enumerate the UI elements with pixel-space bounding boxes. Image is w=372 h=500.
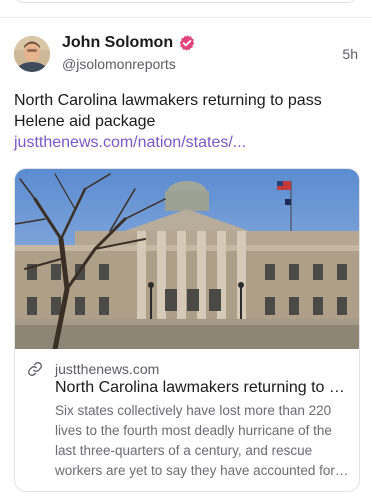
article-thumbnail xyxy=(15,169,359,349)
feed-divider xyxy=(0,17,372,18)
post-body: North Carolina lawmakers returning to pa… xyxy=(14,90,358,153)
link-preview-card[interactable]: justthenews.com North Carolina lawmakers… xyxy=(14,168,360,492)
avatar-image xyxy=(14,36,50,72)
post-header: John Solomon @jsolomonreports 5h xyxy=(14,34,358,74)
post-link[interactable]: justthenews.com/nation/states/... xyxy=(14,134,246,151)
author-row: John Solomon xyxy=(62,34,196,52)
link-title[interactable]: North Carolina lawmakers returning to pa… xyxy=(55,379,349,397)
author-handle[interactable]: @jsolomonreports xyxy=(62,56,176,72)
link-icon xyxy=(28,362,42,376)
verified-badge-icon xyxy=(179,35,195,51)
link-domain: justthenews.com xyxy=(55,361,160,377)
author-name[interactable]: John Solomon xyxy=(62,34,173,52)
link-description: Six states collectively have lost more t… xyxy=(55,403,335,478)
previous-post-card-edge xyxy=(14,0,358,3)
post-text: North Carolina lawmakers returning to pa… xyxy=(14,92,322,130)
post-timestamp[interactable]: 5h xyxy=(342,46,358,62)
avatar[interactable] xyxy=(14,36,50,72)
link-preview-body: justthenews.com North Carolina lawmakers… xyxy=(15,349,359,491)
